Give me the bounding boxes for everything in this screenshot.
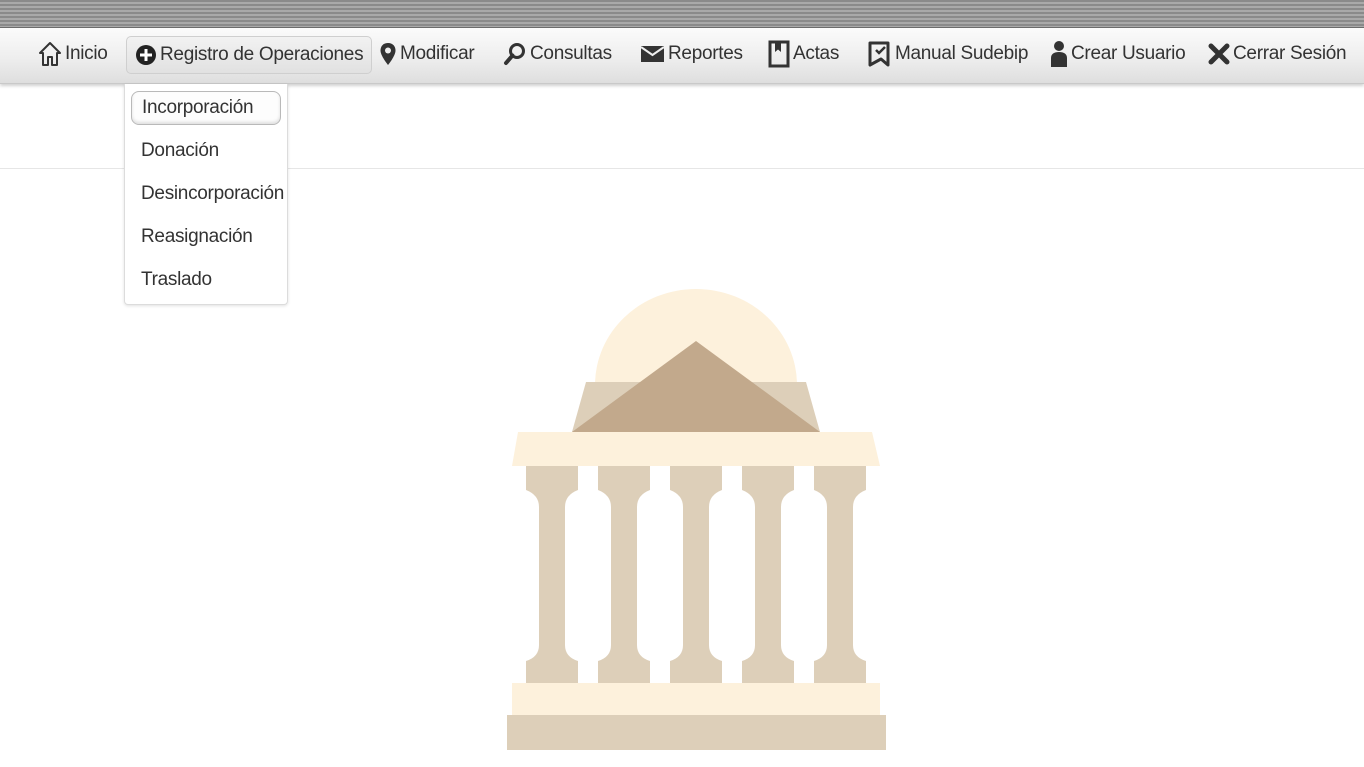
dropdown-item-donacion[interactable]: Donación: [131, 134, 281, 168]
registro-operaciones-dropdown: Incorporación Donación Desincorporación …: [124, 84, 288, 305]
nav-manual-sudebip[interactable]: Manual Sudebip: [868, 36, 1028, 72]
dropdown-item-traslado[interactable]: Traslado: [131, 263, 281, 297]
nav-modificar[interactable]: Modificar: [379, 36, 475, 72]
dropdown-item-reasignacion[interactable]: Reasignación: [131, 220, 281, 254]
envelope-icon: [640, 44, 665, 64]
nav-actas[interactable]: Actas: [768, 36, 839, 72]
close-icon: [1208, 43, 1230, 65]
dropdown-item-label: Desincorporación: [141, 183, 285, 204]
nav-inicio[interactable]: Inicio: [38, 36, 108, 72]
nav-crear-usuario-label: Crear Usuario: [1071, 43, 1186, 64]
nav-registro-operaciones-label: Registro de Operaciones: [160, 44, 364, 65]
home-icon: [38, 41, 62, 67]
search-icon: [503, 42, 527, 66]
nav-crear-usuario[interactable]: Crear Usuario: [1050, 36, 1186, 72]
government-building-icon: [507, 289, 886, 750]
dropdown-item-label: Reasignación: [141, 226, 253, 247]
dropdown-item-desincorporacion[interactable]: Desincorporación: [131, 177, 285, 211]
nav-inicio-label: Inicio: [65, 43, 108, 64]
nav-registro-operaciones[interactable]: Registro de Operaciones: [126, 36, 373, 74]
nav-actas-label: Actas: [793, 43, 840, 64]
book-icon: [868, 41, 892, 67]
window-top-strip: [0, 0, 1364, 28]
user-icon: [1050, 40, 1068, 68]
nav-manual-sudebip-label: Manual Sudebip: [895, 43, 1029, 64]
nav-consultas-label: Consultas: [530, 43, 612, 64]
bookmark-icon: [768, 40, 790, 68]
main-navbar: Inicio Registro de Operaciones Modificar…: [0, 28, 1364, 84]
dropdown-item-incorporacion[interactable]: Incorporación: [131, 91, 281, 125]
dropdown-item-label: Incorporación: [142, 97, 254, 118]
nav-reportes-label: Reportes: [668, 43, 743, 64]
plus-circle-icon: [135, 44, 157, 66]
nav-reportes[interactable]: Reportes: [640, 36, 743, 72]
nav-cerrar-sesion[interactable]: Cerrar Sesión: [1208, 36, 1347, 72]
nav-consultas[interactable]: Consultas: [503, 36, 612, 72]
dropdown-item-label: Traslado: [141, 269, 212, 290]
map-pin-icon: [379, 42, 397, 66]
nav-modificar-label: Modificar: [400, 43, 475, 64]
government-building-illustration: [500, 285, 892, 760]
dropdown-item-label: Donación: [141, 140, 219, 161]
nav-cerrar-sesion-label: Cerrar Sesión: [1233, 43, 1347, 64]
